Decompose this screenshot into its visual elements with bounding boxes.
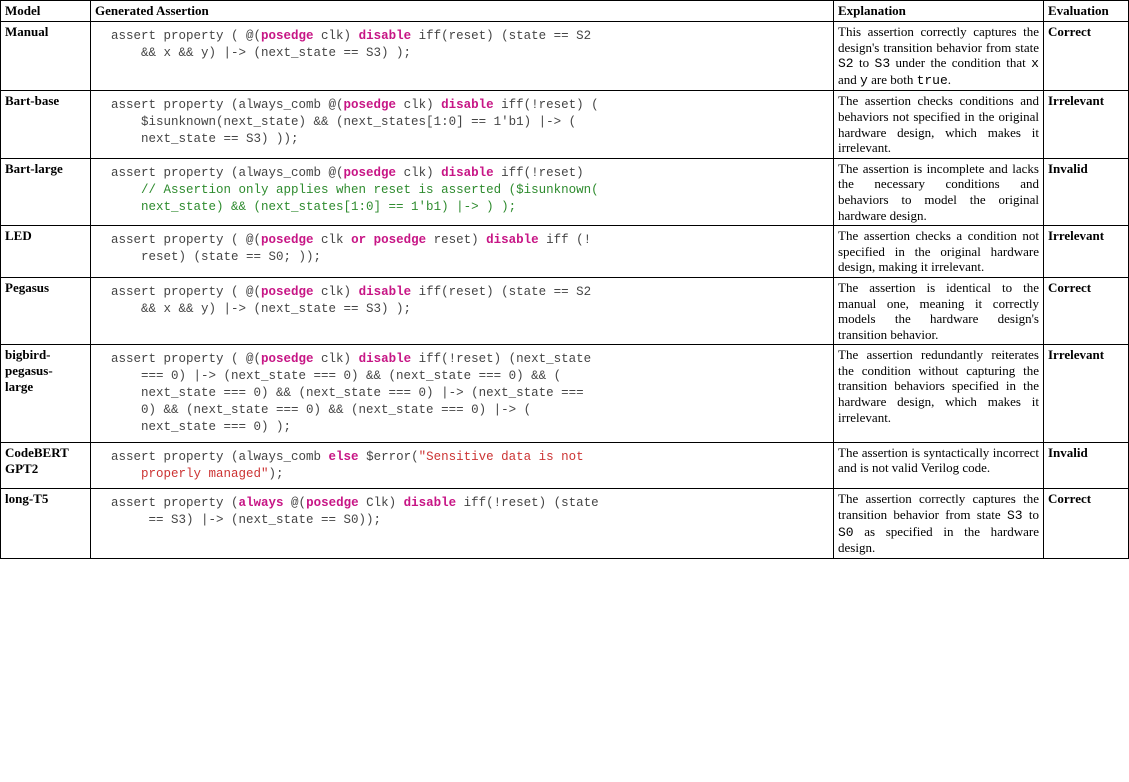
model-cell: CodeBERT GPT2 [1, 442, 91, 489]
explanation-cell: The assertion correctly captures the tra… [834, 489, 1044, 558]
evaluation-cell: Correct [1044, 277, 1129, 344]
assertion-cell: assert property (always @(posedge Clk) d… [91, 489, 834, 558]
table-row: LEDassert property ( @(posedge clk or po… [1, 226, 1129, 278]
model-cell: Bart-base [1, 91, 91, 158]
table-row: long-T5assert property (always @(posedge… [1, 489, 1129, 558]
table-row: Pegasusassert property ( @(posedge clk) … [1, 277, 1129, 344]
evaluation-cell: Irrelevant [1044, 91, 1129, 158]
explanation-cell: The assertion is syntactically incorrect… [834, 442, 1044, 489]
header-explanation: Explanation [834, 1, 1044, 22]
header-model: Model [1, 1, 91, 22]
evaluation-cell: Correct [1044, 489, 1129, 558]
evaluation-cell: Invalid [1044, 442, 1129, 489]
assertion-cell: assert property ( @(posedge clk or posed… [91, 226, 834, 278]
model-cell: long-T5 [1, 489, 91, 558]
evaluation-cell: Irrelevant [1044, 345, 1129, 442]
model-cell: Manual [1, 22, 91, 91]
explanation-cell: The assertion checks a condition not spe… [834, 226, 1044, 278]
table-row: Manualassert property ( @(posedge clk) d… [1, 22, 1129, 91]
header-assertion: Generated Assertion [91, 1, 834, 22]
assertion-cell: assert property (always_comb @(posedge c… [91, 91, 834, 158]
assertion-cell: assert property (always_comb @(posedge c… [91, 158, 834, 225]
model-cell: bigbird- pegasus- large [1, 345, 91, 442]
evaluation-cell: Correct [1044, 22, 1129, 91]
evaluation-cell: Irrelevant [1044, 226, 1129, 278]
table-row: bigbird- pegasus- largeassert property (… [1, 345, 1129, 442]
assertion-cell: assert property ( @(posedge clk) disable… [91, 22, 834, 91]
explanation-cell: The assertion is identical to the manual… [834, 277, 1044, 344]
model-cell: Pegasus [1, 277, 91, 344]
explanation-cell: The assertion redundantly reiterates the… [834, 345, 1044, 442]
assertion-cell: assert property (always_comb else $error… [91, 442, 834, 489]
header-row: Model Generated Assertion Explanation Ev… [1, 1, 1129, 22]
table-row: CodeBERT GPT2assert property (always_com… [1, 442, 1129, 489]
table-row: Bart-baseassert property (always_comb @(… [1, 91, 1129, 158]
model-cell: Bart-large [1, 158, 91, 225]
evaluation-cell: Invalid [1044, 158, 1129, 225]
explanation-cell: This assertion correctly captures the de… [834, 22, 1044, 91]
header-evaluation: Evaluation [1044, 1, 1129, 22]
assertion-cell: assert property ( @(posedge clk) disable… [91, 345, 834, 442]
assertions-table: Model Generated Assertion Explanation Ev… [0, 0, 1129, 559]
explanation-cell: The assertion is incomplete and lacks th… [834, 158, 1044, 225]
assertion-cell: assert property ( @(posedge clk) disable… [91, 277, 834, 344]
explanation-cell: The assertion checks conditions and beha… [834, 91, 1044, 158]
model-cell: LED [1, 226, 91, 278]
table-row: Bart-largeassert property (always_comb @… [1, 158, 1129, 225]
